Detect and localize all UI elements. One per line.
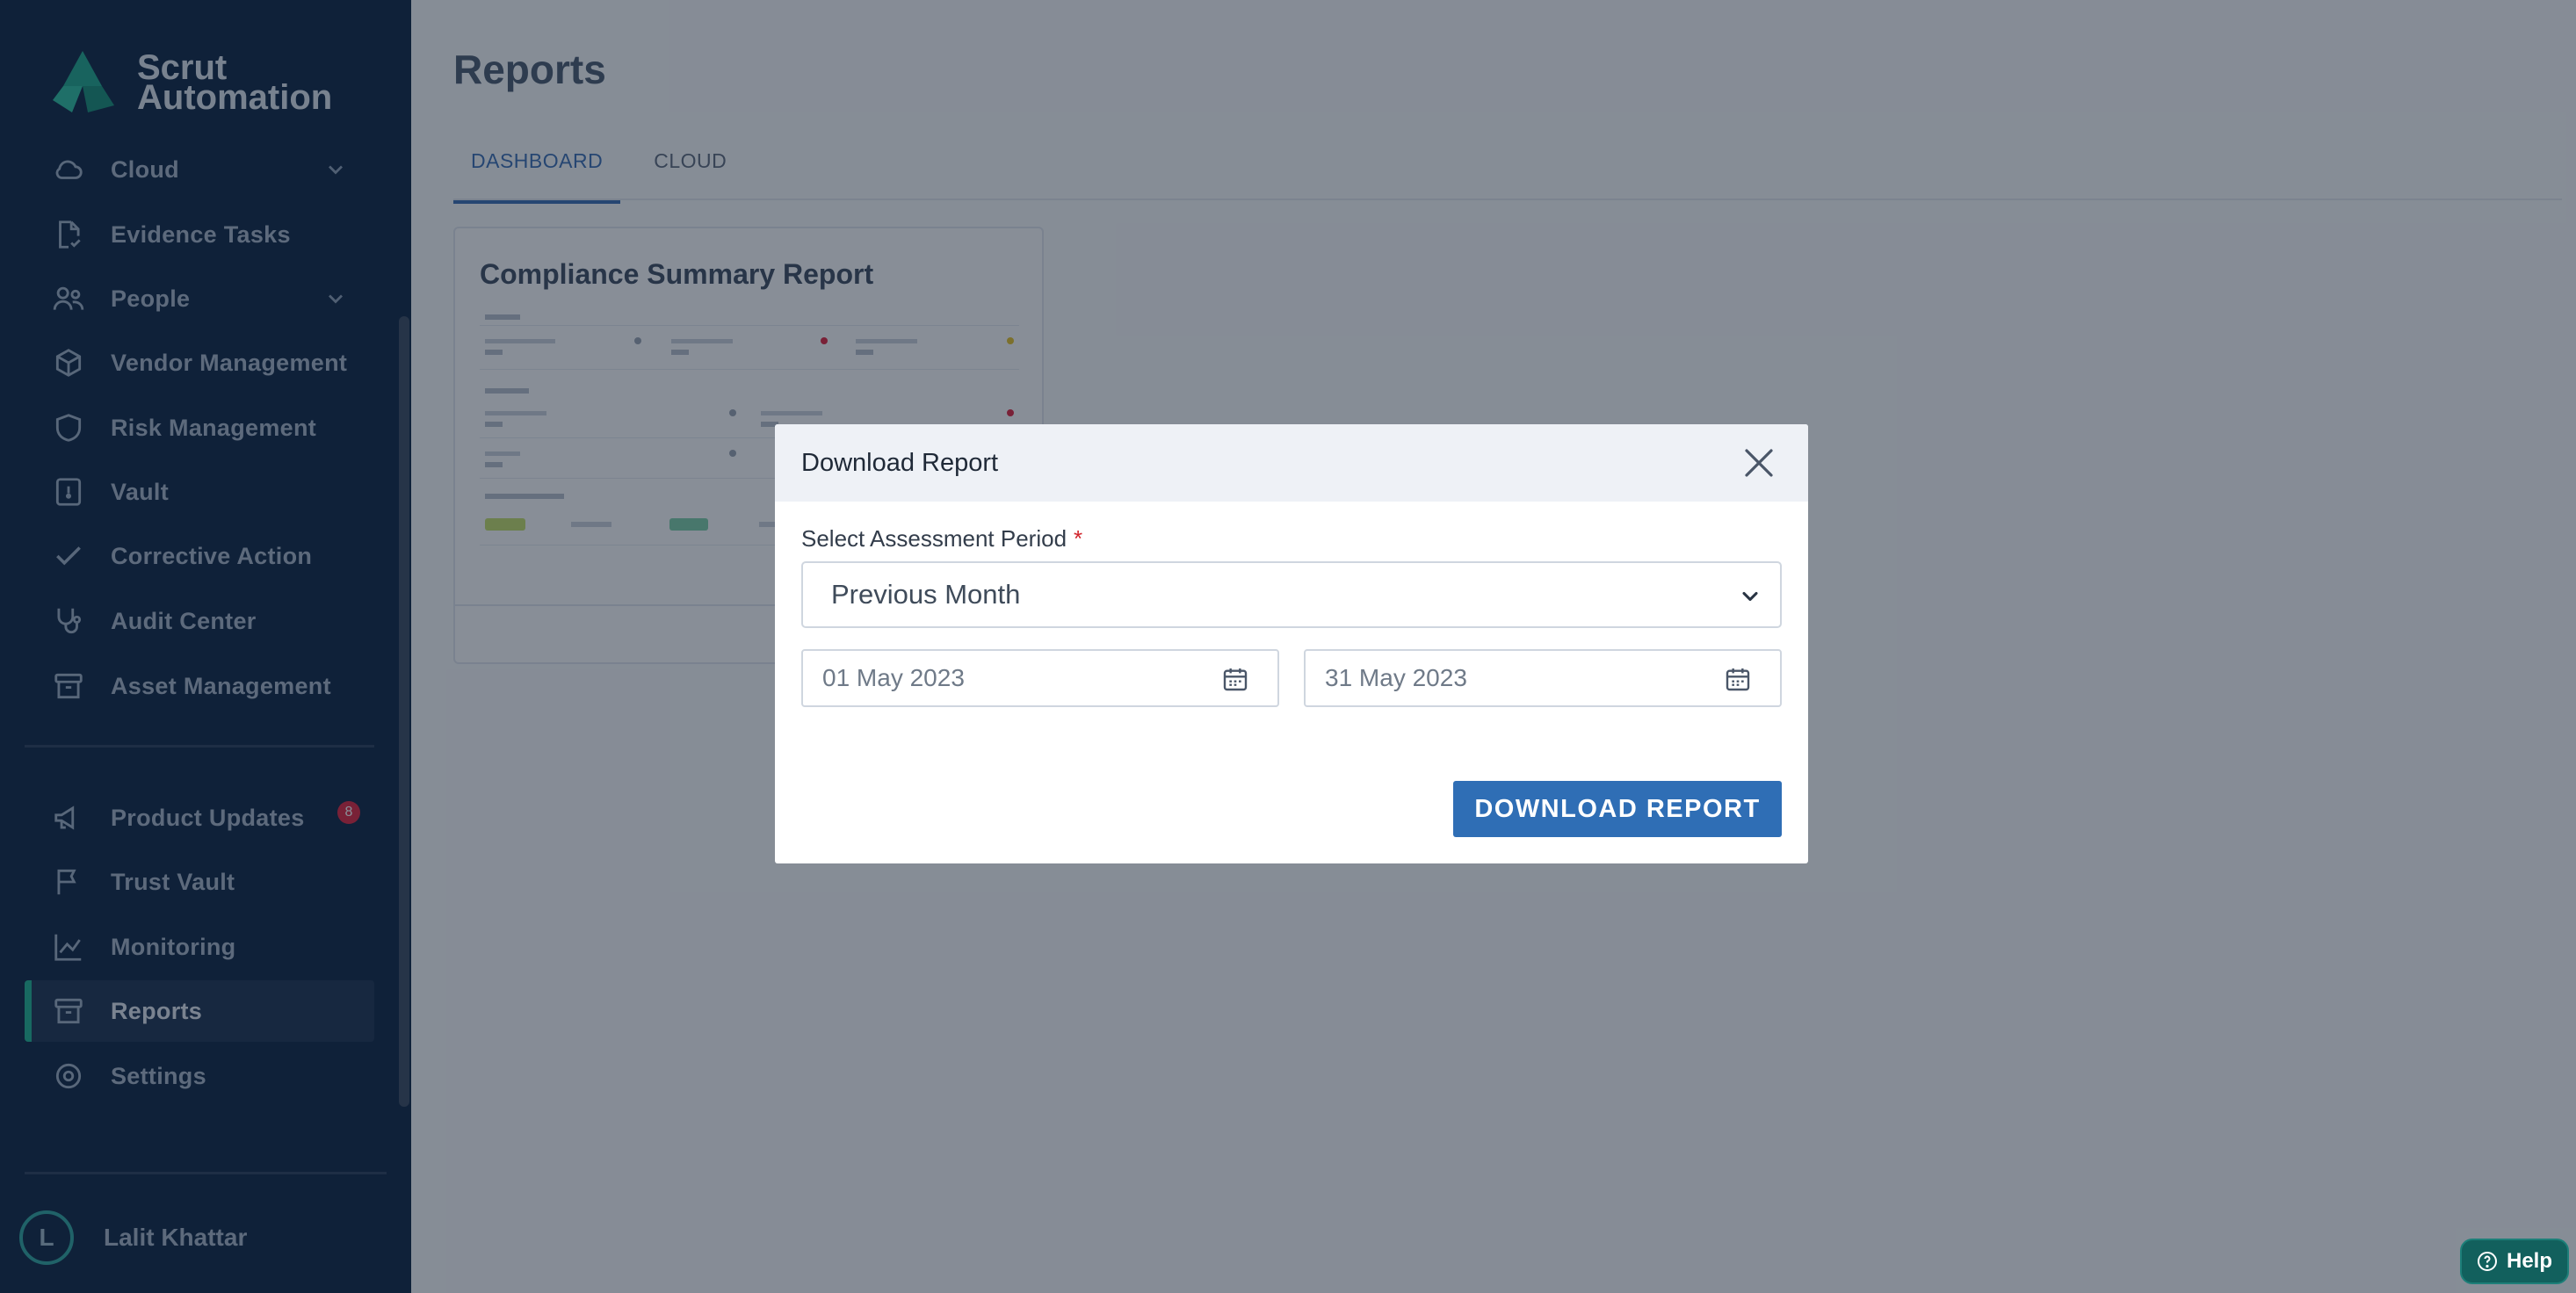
chevron-down-icon (1742, 591, 1758, 602)
assessment-period-label: Select Assessment Period * (801, 525, 1082, 553)
assessment-period-select[interactable]: Previous Month (801, 561, 1782, 628)
dialog-title: Download Report (801, 448, 999, 477)
help-label: Help (2506, 1249, 2552, 1273)
assessment-period-label-text: Select Assessment Period (801, 525, 1067, 552)
end-date-value: 31 May 2023 (1325, 664, 1467, 691)
close-icon[interactable] (1741, 445, 1776, 480)
start-date-value: 01 May 2023 (822, 664, 965, 691)
start-date-field[interactable]: 01 May 2023 (801, 649, 1279, 707)
help-button[interactable]: Help (2460, 1239, 2569, 1284)
required-indicator: * (1074, 525, 1083, 552)
assessment-period-value: Previous Month (831, 579, 1021, 610)
calendar-icon[interactable] (1724, 665, 1752, 693)
end-date-field[interactable]: 31 May 2023 (1304, 649, 1782, 707)
question-circle-icon (2477, 1252, 2497, 1271)
download-report-button[interactable]: DOWNLOAD REPORT (1453, 781, 1782, 837)
calendar-icon[interactable] (1221, 665, 1249, 693)
dialog-header: Download Report (775, 424, 1808, 502)
download-report-dialog: Download Report Select Assessment Period… (775, 424, 1808, 863)
